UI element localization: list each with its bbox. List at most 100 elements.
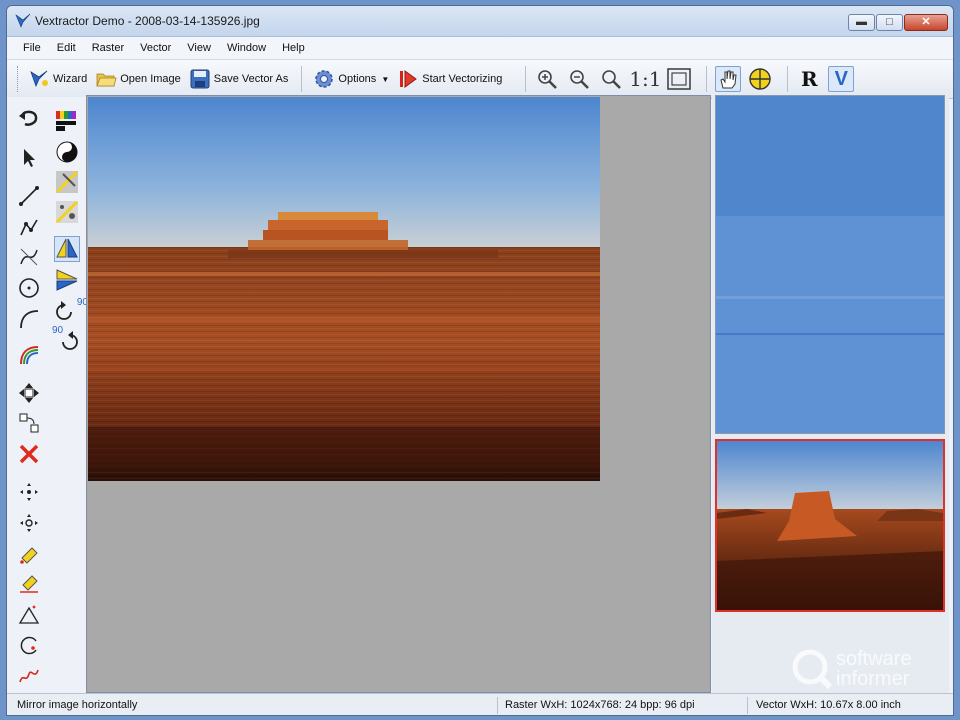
mirror-horizontal-icon [56, 238, 78, 258]
status-divider [497, 697, 498, 714]
save-vector-button[interactable]: Save Vector As [186, 65, 292, 93]
open-image-button[interactable]: Open Image [92, 65, 184, 93]
arrow-pointer-icon [24, 149, 35, 167]
undo-tool[interactable] [16, 106, 42, 132]
toolbar-separator [787, 66, 789, 92]
start-vectorizing-button[interactable]: Start Vectorizing [394, 65, 505, 93]
status-hint: Mirror image horizontally [17, 699, 138, 711]
menu-window[interactable]: Window [219, 37, 274, 59]
circle-node-icon [20, 636, 37, 655]
fit-window-icon [667, 68, 692, 90]
zoom-out-icon [570, 70, 590, 89]
close-button[interactable]: ✕ [904, 14, 948, 31]
menu-help[interactable]: Help [274, 37, 313, 59]
crosshair-icon [749, 68, 772, 90]
node-add-icon [20, 514, 38, 532]
palette-tool[interactable] [54, 108, 80, 134]
main-toolbar: Wizard Open Image Save Vector As Options [7, 60, 953, 99]
bezier-tool[interactable] [16, 244, 42, 270]
duplicate-icon [19, 413, 39, 433]
triangle-tool[interactable] [16, 602, 42, 628]
menu-bar: File Edit Raster Vector View Window Help [7, 37, 953, 60]
vector-mode-button[interactable]: V [828, 66, 855, 92]
freehand-icon [19, 669, 39, 683]
source-image-preview[interactable] [715, 439, 945, 612]
status-raster-size: Raster WxH: 1024x768: 24 bpp: 96 dpi [505, 699, 695, 711]
vector-preview-image [716, 96, 944, 433]
start-vectorizing-label: Start Vectorizing [422, 73, 503, 85]
wizard-label: Wizard [53, 73, 88, 85]
app-logo-icon [15, 13, 31, 28]
menu-view[interactable]: View [179, 37, 219, 59]
gear-icon [315, 70, 334, 88]
informer-logo-icon [792, 649, 833, 690]
status-bar: Mirror image horizontally Raster WxH: 10… [7, 693, 953, 715]
color-arc-tool[interactable] [16, 342, 42, 368]
delete-tool[interactable] [16, 441, 42, 467]
crosshair-button[interactable] [747, 66, 773, 92]
play-red-icon [400, 70, 418, 88]
add-node-tool[interactable] [16, 510, 42, 536]
zoom-out-button[interactable] [566, 66, 592, 92]
maximize-button[interactable]: □ [876, 14, 903, 31]
raster-mode-button[interactable]: R [796, 66, 822, 92]
move-node-tool[interactable] [16, 479, 42, 505]
move-arrows-icon [19, 383, 39, 403]
node-arrows-icon [20, 483, 38, 501]
eraser-line-tool[interactable] [16, 571, 42, 597]
status-divider [747, 697, 748, 714]
title-bar[interactable]: Vextractor Demo - 2008-03-14-135926.jpg … [7, 6, 953, 37]
tool-palette: 90 90 [7, 97, 88, 693]
raster-canvas[interactable] [86, 95, 711, 693]
watermark-line1: software [836, 648, 912, 670]
mirror-vertical-tool[interactable] [54, 267, 80, 293]
polyline-tool[interactable] [16, 214, 42, 240]
zoom-actual-size-button[interactable]: 1:1 [629, 66, 661, 92]
wizard-button[interactable]: Wizard [25, 65, 90, 93]
select-tool[interactable] [16, 145, 42, 171]
circle-node-tool[interactable] [16, 632, 42, 658]
delete-x-icon [19, 444, 39, 464]
color-palette-icon [56, 111, 76, 131]
menu-edit[interactable]: Edit [49, 37, 84, 59]
vector-zoom-preview[interactable] [715, 95, 945, 434]
mirror-horizontal-tool[interactable] [54, 236, 80, 262]
circle-tool[interactable] [16, 275, 42, 301]
open-image-label: Open Image [120, 73, 181, 85]
vector-mode-label: V [834, 67, 848, 90]
noise-filter-icon [55, 200, 79, 224]
rotate-90-tool[interactable]: 90 [54, 297, 88, 323]
adjust-colors-icon [55, 170, 79, 194]
arc-tool[interactable] [16, 306, 42, 332]
minimize-button[interactable]: ▬ [848, 14, 875, 31]
freehand-tool[interactable] [16, 662, 42, 688]
options-label: Options [338, 73, 377, 85]
toolbar-separator [706, 66, 708, 92]
toolbar-separator [301, 66, 303, 92]
zoom-icon [602, 70, 622, 89]
menu-vector[interactable]: Vector [132, 37, 179, 59]
grayscale-tool[interactable] [54, 139, 80, 165]
noise-tool[interactable] [54, 199, 80, 225]
eraser-line-icon [20, 575, 38, 593]
zoom-button[interactable] [598, 66, 624, 92]
rotate-neg90-label: 90 [52, 325, 64, 336]
zoom-in-button[interactable] [534, 66, 560, 92]
move-tool[interactable] [16, 380, 42, 406]
eraser-tool[interactable] [16, 541, 42, 567]
options-button[interactable]: Options ▼ [310, 65, 392, 93]
mirror-vertical-icon [56, 269, 78, 291]
menu-file[interactable]: File [15, 37, 49, 59]
zoom-fit-button[interactable] [666, 66, 692, 92]
line-tool[interactable] [16, 183, 42, 209]
duplicate-tool[interactable] [16, 410, 42, 436]
adjust-tool[interactable] [54, 169, 80, 195]
software-informer-watermark: software informer [790, 643, 950, 693]
folder-icon [96, 73, 117, 87]
zoom-in-icon [538, 70, 558, 89]
pan-button[interactable] [715, 66, 742, 92]
rotate-neg90-tool[interactable]: 90 [52, 325, 80, 353]
menu-raster[interactable]: Raster [84, 37, 132, 59]
toolbar-grip[interactable] [17, 66, 21, 92]
status-vector-size: Vector WxH: 10.67x 8.00 inch [756, 699, 901, 711]
